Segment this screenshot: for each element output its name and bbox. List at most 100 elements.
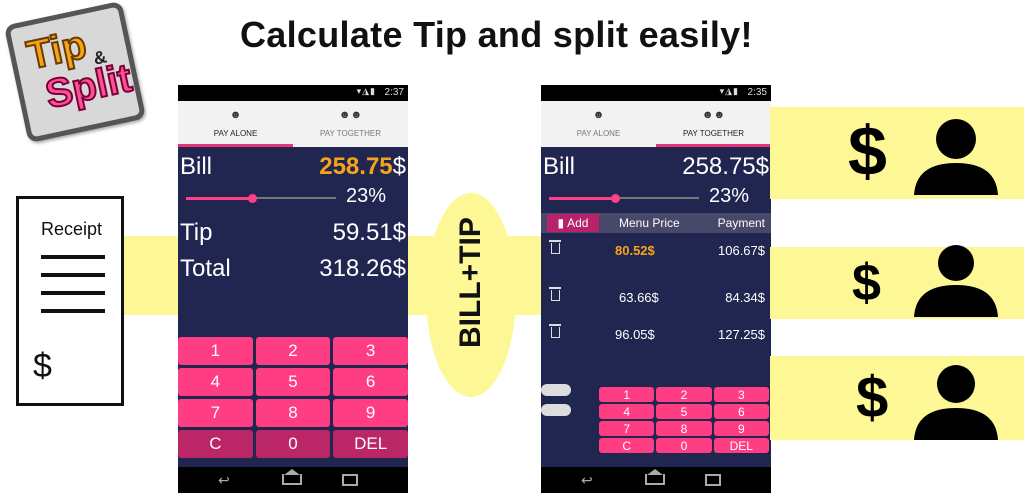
row-price[interactable]: 80.52$ (615, 243, 655, 258)
phone-pay-alone: ▾◮▮ 2:37 ☻ PAY ALONE ☻☻ PAY TOGETHER Bil… (178, 85, 408, 493)
status-time: 2:35 (747, 87, 767, 98)
tip-slider-thumb[interactable] (248, 194, 257, 203)
app-logo: Tip & Split (3, 0, 147, 144)
key-8[interactable]: 8 (255, 399, 331, 427)
recent-apps-icon[interactable] (705, 474, 721, 486)
headline: Calculate Tip and split easily! (240, 14, 753, 55)
bill-amount[interactable]: 258.75$ (319, 153, 406, 181)
status-bar: ▾◮▮ 2:37 (178, 85, 408, 101)
highlight-band-left (124, 236, 180, 315)
tip-percent: 23% (346, 185, 387, 207)
key-clear[interactable]: C (599, 438, 655, 453)
key-6[interactable]: 6 (333, 368, 408, 396)
key-5[interactable]: 5 (656, 404, 712, 419)
receipt-line (41, 309, 105, 313)
table-row[interactable]: 63.66$ 84.34$ (541, 284, 771, 314)
keypad: 1 2 3 4 5 6 7 8 9 C 0 DEL (599, 387, 769, 453)
total-label: Total (180, 255, 231, 282)
row-payment: 106.67$ (718, 243, 765, 258)
split-table-header: ▮ Add Menu Price Payment (541, 213, 771, 233)
receipt-line (41, 291, 105, 295)
key-2[interactable]: 2 (656, 387, 712, 402)
nav-bar: ↩ (178, 467, 408, 493)
scroll-down-button[interactable] (541, 404, 571, 416)
receipt-illustration: Receipt $ (16, 196, 124, 406)
key-delete[interactable]: DEL (333, 430, 408, 458)
recent-apps-icon[interactable] (342, 474, 358, 486)
receipt-title: Receipt (41, 219, 103, 239)
key-clear[interactable]: C (178, 430, 253, 458)
key-0[interactable]: 0 (255, 430, 331, 458)
back-icon[interactable]: ↩ (581, 473, 593, 487)
trash-icon[interactable] (549, 287, 561, 301)
key-7[interactable]: 7 (178, 399, 253, 427)
trash-icon[interactable] (549, 324, 561, 338)
back-icon[interactable]: ↩ (218, 473, 230, 487)
tip-slider-thumb[interactable] (611, 194, 620, 203)
tab-label: PAY ALONE (213, 129, 258, 138)
key-5[interactable]: 5 (255, 368, 331, 396)
key-3[interactable]: 3 (713, 387, 769, 402)
add-icon: ▮ (557, 216, 565, 230)
trash-icon[interactable] (549, 240, 561, 254)
key-9[interactable]: 9 (333, 399, 408, 427)
row-payment: 127.25$ (718, 327, 765, 342)
table-row[interactable]: 80.52$ 106.67$ (541, 237, 771, 267)
tip-slider-fill (186, 197, 252, 200)
row-payment: 84.34$ (725, 290, 765, 305)
tab-label: PAY ALONE (576, 129, 621, 138)
status-icons: ▾◮▮ (356, 86, 376, 96)
receipt-currency: $ (33, 347, 52, 385)
row-price[interactable]: 63.66$ (619, 290, 659, 305)
key-9[interactable]: 9 (713, 421, 769, 436)
status-bar: ▾◮▮ 2:35 (541, 85, 771, 101)
key-7[interactable]: 7 (599, 421, 655, 436)
row-price[interactable]: 96.05$ (615, 327, 655, 342)
tab-label: PAY TOGETHER (319, 129, 382, 138)
key-0[interactable]: 0 (656, 438, 712, 453)
tab-pay-together[interactable]: ☻☻ PAY TOGETHER (656, 101, 771, 147)
person-icon (914, 119, 998, 195)
total-value: 318.26$ (319, 255, 406, 282)
tab-pay-alone[interactable]: ☻ PAY ALONE (178, 101, 293, 147)
key-2[interactable]: 2 (255, 337, 331, 365)
home-icon[interactable] (645, 469, 665, 485)
keypad: 1 2 3 4 5 6 7 8 9 C 0 DEL (178, 337, 408, 458)
user-icon: ☻ (229, 109, 242, 121)
key-1[interactable]: 1 (599, 387, 655, 402)
group-icon: ☻☻ (338, 109, 363, 121)
tip-percent: 23% (709, 185, 750, 207)
receipt-line (41, 273, 105, 277)
person-currency: $ (852, 254, 881, 312)
key-8[interactable]: 8 (656, 421, 712, 436)
add-button[interactable]: ▮ Add (547, 214, 599, 232)
home-icon[interactable] (282, 469, 302, 485)
table-row[interactable]: 96.05$ 127.25$ (541, 321, 771, 351)
receipt-line (41, 255, 105, 259)
status-icons: ▾◮▮ (719, 86, 739, 96)
column-header-menu-price: Menu Price (619, 216, 680, 230)
key-6[interactable]: 6 (713, 404, 769, 419)
phone-pay-together: ▾◮▮ 2:35 ☻ PAY ALONE ☻☻ PAY TOGETHER Bil… (541, 85, 771, 493)
bill-value[interactable]: 258.75$ (682, 153, 769, 181)
tab-pay-together[interactable]: ☻☻ PAY TOGETHER (293, 101, 408, 147)
key-4[interactable]: 4 (599, 404, 655, 419)
person-currency: $ (848, 112, 887, 190)
bill-tip-label: BILL+TIP (454, 217, 487, 348)
person-share-panel: $ (770, 356, 1024, 440)
person-share-panel: $ (770, 107, 1024, 199)
group-icon: ☻☻ (701, 109, 726, 121)
tab-bar: ☻ PAY ALONE ☻☻ PAY TOGETHER (541, 101, 771, 147)
key-1[interactable]: 1 (178, 337, 253, 365)
tab-pay-alone[interactable]: ☻ PAY ALONE (541, 101, 656, 147)
status-time: 2:37 (384, 87, 404, 98)
key-delete[interactable]: DEL (713, 438, 769, 453)
person-icon (914, 245, 998, 317)
key-3[interactable]: 3 (333, 337, 408, 365)
tip-label: Tip (180, 219, 213, 246)
key-4[interactable]: 4 (178, 368, 253, 396)
nav-bar: ↩ (541, 467, 771, 493)
bill-label: Bill (543, 153, 576, 180)
scroll-up-button[interactable] (541, 384, 571, 396)
tab-bar: ☻ PAY ALONE ☻☻ PAY TOGETHER (178, 101, 408, 147)
